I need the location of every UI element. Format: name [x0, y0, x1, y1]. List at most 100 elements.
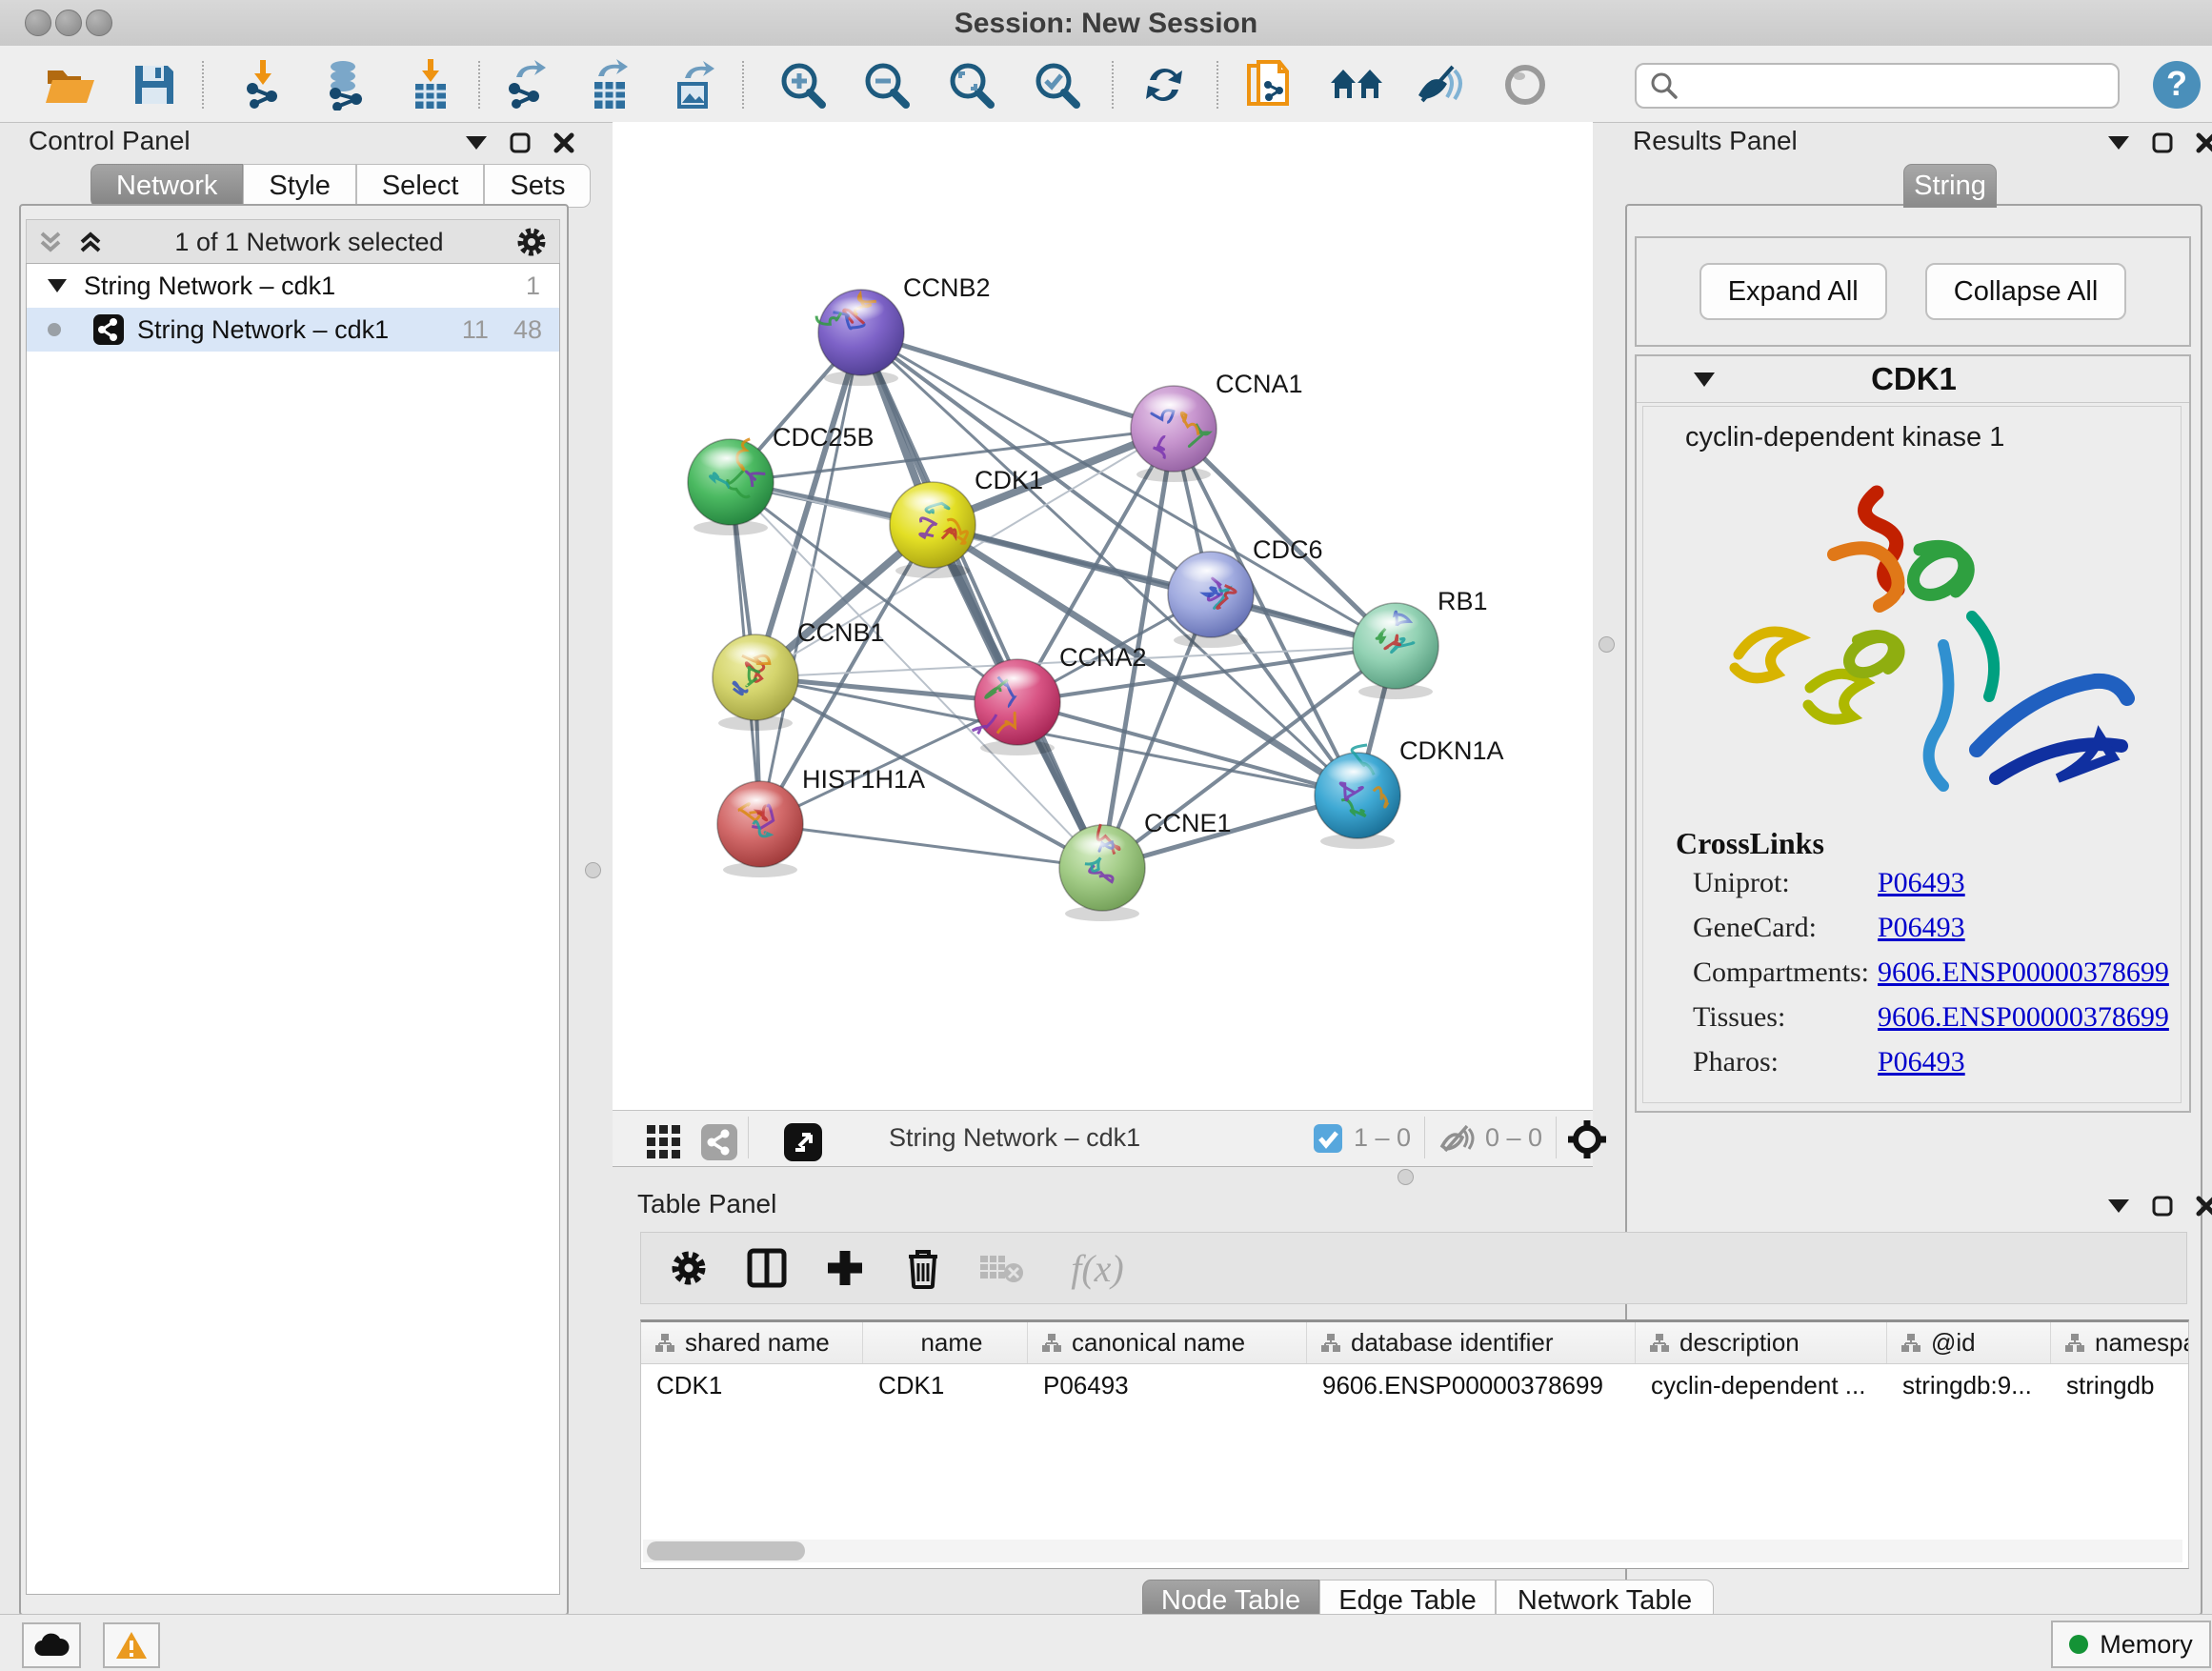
table-row[interactable]: CDK1CDK1P064939606.ENSP00000378699cyclin… — [641, 1364, 2188, 1407]
column-header-id[interactable]: @id — [1887, 1322, 2051, 1363]
column-header-shared-name[interactable]: shared name — [641, 1322, 863, 1363]
close-panel-icon[interactable] — [2195, 1195, 2212, 1218]
column-header-database-identifier[interactable]: database identifier — [1307, 1322, 1636, 1363]
network-node-cdkn1a[interactable]: CDKN1A — [1315, 736, 1504, 849]
crosslink-link[interactable]: 9606.ENSP00000378699 — [1878, 1001, 2169, 1034]
visual-properties-button[interactable] — [1412, 57, 1469, 112]
horizontal-scrollbar[interactable] — [643, 1540, 2182, 1562]
view-list-button[interactable] — [691, 1115, 748, 1170]
network-node-ccnb1[interactable]: CCNB1 — [713, 618, 885, 731]
crosshair-button[interactable] — [1567, 1119, 1607, 1159]
grid-view-button[interactable] — [635, 1115, 693, 1170]
import-database-button[interactable] — [317, 57, 374, 112]
table-cell[interactable]: 9606.ENSP00000378699 — [1307, 1371, 1636, 1400]
expand-all-button[interactable]: Expand All — [1699, 263, 1887, 320]
close-panel-icon[interactable] — [553, 131, 575, 154]
table-cell[interactable]: stringdb — [2051, 1371, 2189, 1400]
network-node-cdk1[interactable]: CDK1 — [890, 466, 1043, 578]
control-panel-title: Control Panel — [29, 126, 191, 156]
tab-network[interactable]: Network — [90, 164, 243, 208]
table-cell[interactable]: stringdb:9... — [1887, 1371, 2051, 1400]
tab-style[interactable]: Style — [243, 164, 355, 208]
network-edge[interactable] — [861, 332, 1174, 429]
import-network-button[interactable] — [235, 57, 292, 112]
homes-button[interactable] — [1328, 57, 1385, 112]
refresh-button[interactable] — [1136, 57, 1193, 112]
import-table-button[interactable] — [402, 57, 459, 112]
tab-select[interactable]: Select — [356, 164, 485, 208]
node-gloss — [1179, 558, 1235, 583]
maximize-panel-icon[interactable] — [2151, 131, 2174, 154]
table-settings-button[interactable] — [664, 1243, 714, 1293]
column-header-name[interactable]: name — [863, 1322, 1028, 1363]
column-header-description[interactable]: description — [1636, 1322, 1887, 1363]
network-row[interactable]: String Network – cdk1 11 48 — [27, 308, 559, 352]
expand-all-tree-icon[interactable] — [78, 230, 103, 254]
network-node-ccnb2[interactable]: CCNB2 — [816, 273, 990, 386]
export-network-button[interactable] — [497, 57, 554, 112]
float-panel-icon[interactable] — [2107, 1195, 2130, 1218]
table-cell[interactable]: cyclin-dependent ... — [1636, 1371, 1887, 1400]
left-splitter-handle[interactable] — [585, 862, 601, 878]
crosslink-link[interactable]: P06493 — [1878, 867, 1965, 899]
horizontal-splitter-handle[interactable] — [1398, 1169, 1414, 1185]
maximize-panel-icon[interactable] — [2151, 1195, 2174, 1218]
export-table-button[interactable] — [581, 57, 638, 112]
crosslink-label: Tissues: — [1693, 1001, 1785, 1034]
close-panel-icon[interactable] — [2195, 131, 2212, 154]
crosslink-link[interactable]: P06493 — [1878, 912, 1965, 944]
selected-checkbox[interactable] — [1314, 1124, 1342, 1153]
hidden-items-button[interactable] — [1439, 1123, 1476, 1154]
network-node-cdc6[interactable]: CDC6 — [1168, 535, 1323, 648]
table-cell[interactable]: CDK1 — [863, 1371, 1028, 1400]
share-document-button[interactable] — [1240, 57, 1297, 112]
protein-structure-image — [1681, 464, 2148, 826]
delete-column-button[interactable] — [898, 1243, 948, 1293]
tab-sets[interactable]: Sets — [484, 164, 591, 208]
create-column-button[interactable] — [820, 1243, 870, 1293]
column-header-namespace[interactable]: namespace — [2051, 1322, 2189, 1363]
preview-button[interactable] — [1497, 57, 1554, 112]
help-button[interactable]: ? — [2148, 57, 2205, 112]
birdseye-button[interactable] — [774, 1115, 832, 1170]
search-input[interactable] — [1686, 70, 2118, 102]
network-edge[interactable] — [760, 824, 1102, 868]
float-panel-icon[interactable] — [465, 131, 488, 154]
scrollbar-thumb[interactable] — [647, 1541, 805, 1560]
chevron-down-icon[interactable] — [48, 279, 67, 292]
table-cell[interactable]: CDK1 — [641, 1371, 863, 1400]
network-node-ccna1[interactable]: CCNA1 — [1131, 370, 1303, 482]
right-splitter-handle[interactable] — [1599, 636, 1615, 653]
node-label: CCNA1 — [1216, 370, 1303, 398]
network-node-rb1[interactable]: RB1 — [1353, 587, 1488, 699]
table-panel-title: Table Panel — [637, 1189, 776, 1219]
float-panel-icon[interactable] — [2107, 131, 2130, 154]
network-collection-row[interactable]: String Network – cdk1 1 — [27, 264, 559, 308]
warnings-button[interactable] — [103, 1622, 160, 1668]
chevron-down-icon[interactable] — [1694, 372, 1715, 387]
gene-header[interactable]: CDK1 — [1637, 356, 2189, 403]
network-canvas[interactable]: CCNB2CCNA1CDC25BCDK1CDC6RB1CCNB1CCNA2CDK… — [613, 122, 1593, 1110]
crosslink-link[interactable]: 9606.ENSP00000378699 — [1878, 956, 2169, 989]
save-session-button[interactable] — [126, 57, 183, 112]
zoom-out-button[interactable] — [858, 57, 915, 112]
network-node-cdc25b[interactable]: CDC25B — [688, 423, 875, 535]
gear-icon[interactable] — [515, 226, 548, 258]
open-session-button[interactable] — [42, 57, 99, 112]
cloud-button[interactable] — [22, 1622, 81, 1668]
column-header-canonical-name[interactable]: canonical name — [1028, 1322, 1307, 1363]
collapse-all-tree-icon[interactable] — [38, 230, 63, 254]
zoom-in-button[interactable] — [774, 57, 832, 112]
table-cell[interactable]: P06493 — [1028, 1371, 1307, 1400]
export-image-button[interactable] — [666, 57, 723, 112]
network-edge[interactable] — [760, 332, 861, 824]
memory-button[interactable]: Memory — [2051, 1621, 2211, 1668]
show-columns-button[interactable] — [742, 1243, 792, 1293]
zoom-selected-button[interactable] — [1029, 57, 1086, 112]
maximize-panel-icon[interactable] — [509, 131, 532, 154]
zoom-fit-button[interactable] — [943, 57, 1000, 112]
crosslink-link[interactable]: P06493 — [1878, 1046, 1965, 1078]
collapse-all-button[interactable]: Collapse All — [1925, 263, 2127, 320]
tab-string[interactable]: String — [1903, 164, 1997, 208]
network-node-hist1h1a[interactable]: HIST1H1A — [717, 765, 925, 877]
